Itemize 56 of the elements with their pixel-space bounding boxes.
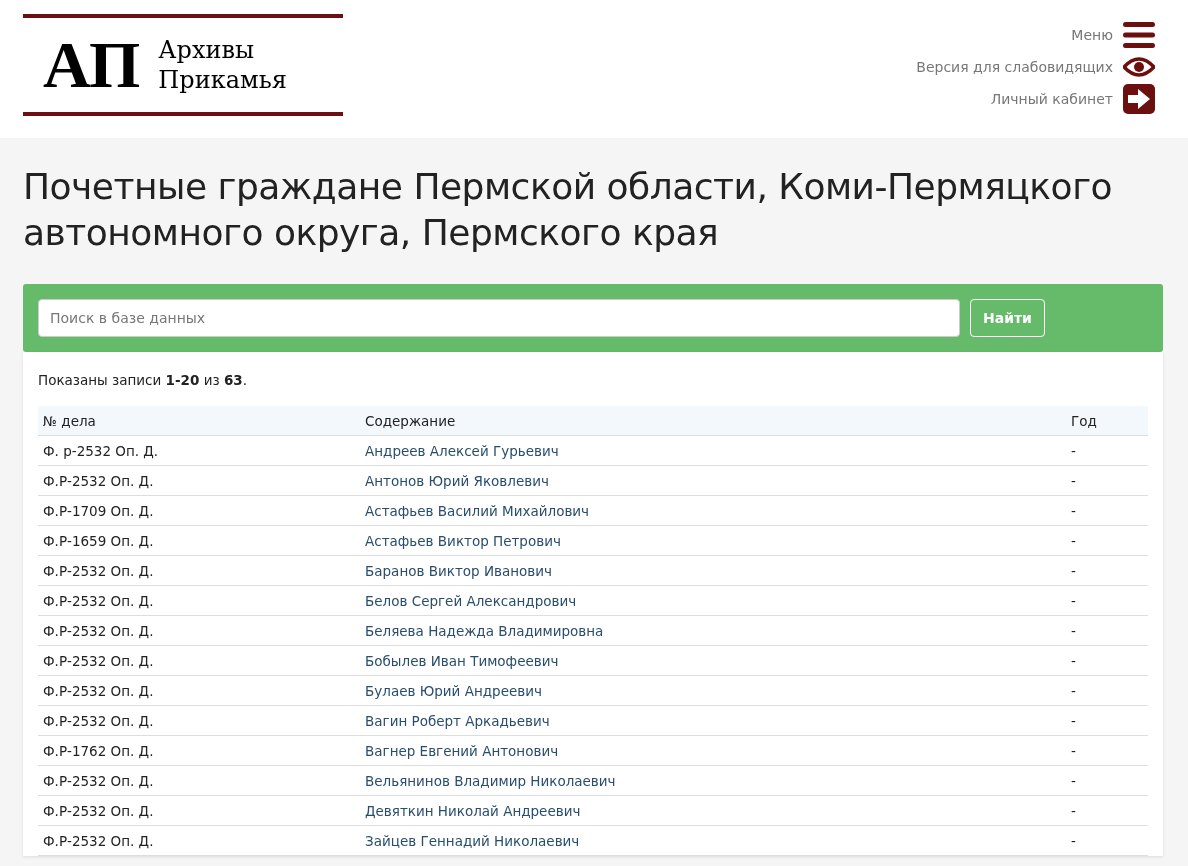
table-cell: Ф.Р-1659 Оп. Д. (38, 525, 360, 556)
table-cell: - (1066, 825, 1148, 856)
record-link[interactable]: Бобылев Иван Тимофеевич (365, 652, 559, 669)
table-cell: - (1066, 615, 1148, 646)
record-link[interactable]: Зайцев Геннадий Николаевич (365, 832, 580, 849)
column-header: Год (1066, 406, 1148, 436)
record-link[interactable]: Астафьев Виктор Петрович (365, 532, 561, 549)
nav-link[interactable]: Версия для слабовидящих (916, 59, 1113, 75)
results-summary: Показаны записи 1-20 из 63. (38, 372, 249, 388)
table-cell: Ф.Р-2532 Оп. Д. (38, 615, 360, 646)
record-link[interactable]: Вельянинов Владимир Николаевич (365, 772, 616, 789)
logo-text: Прикамья (158, 65, 287, 95)
record-link[interactable]: Белов Сергей Александрович (365, 592, 577, 609)
table-cell: Ф.Р-2532 Оп. Д. (38, 705, 360, 736)
table-cell: Ф.Р-2532 Оп. Д. (38, 795, 360, 826)
logo-text: Архивы (158, 35, 256, 65)
table-cell: - (1066, 645, 1148, 676)
nav-link[interactable]: Меню (1071, 27, 1113, 43)
record-link[interactable]: Антонов Юрий Яковлевич (365, 472, 549, 489)
table-cell: - (1066, 795, 1148, 826)
table-cell: Ф.Р-2532 Оп. Д. (38, 825, 360, 856)
table-cell: Ф.Р-2532 Оп. Д. (38, 555, 360, 586)
column-header: Содержание (360, 406, 1066, 436)
table-cell: Ф.Р-2532 Оп. Д. (38, 645, 360, 676)
record-link[interactable]: Астафьев Василий Михайлович (365, 502, 590, 519)
record-link[interactable]: Андреев Алексей Гурьевич (365, 442, 559, 459)
table-cell: Ф.Р-1762 Оп. Д. (38, 735, 360, 766)
record-link[interactable]: Беляева Надежда Владимировна (365, 622, 604, 639)
table-cell: - (1066, 765, 1148, 796)
eye-icon[interactable] (1123, 55, 1155, 79)
record-link[interactable]: Баранов Виктор Иванович (365, 562, 552, 579)
table-cell: - (1066, 705, 1148, 736)
record-link[interactable]: Девяткин Николай Андреевич (365, 802, 581, 819)
logo-mark: АП (42, 32, 142, 98)
search-field[interactable]: Поиск в базе данных (38, 299, 960, 337)
table-cell: Ф.Р-2532 Оп. Д. (38, 675, 360, 706)
table-cell: Ф.Р-2532 Оп. Д. (38, 585, 360, 616)
page-title: Почетные граждане Пермской области, Коми-Пермяцкого автономного округа, Пермского края (23, 165, 1114, 255)
record-link[interactable]: Вагнер Евгений Антонович (365, 742, 559, 759)
table-cell: - (1066, 465, 1148, 496)
table-cell: - (1066, 435, 1148, 466)
record-link[interactable]: Вагин Роберт Аркадьевич (365, 712, 550, 729)
table-cell: - (1066, 675, 1148, 706)
menu-icon[interactable] (1123, 21, 1155, 49)
table-cell: Ф.Р-2532 Оп. Д. (38, 765, 360, 796)
nav-link[interactable]: Личный кабинет (990, 91, 1113, 107)
table-cell: - (1066, 525, 1148, 556)
table-cell: - (1066, 585, 1148, 616)
table-cell: Ф.Р-1709 Оп. Д. (38, 495, 360, 526)
column-header: № дела (38, 406, 360, 436)
table-cell: - (1066, 735, 1148, 766)
record-link[interactable]: Булаев Юрий Андреевич (365, 682, 542, 699)
table-cell: - (1066, 495, 1148, 526)
table-cell: Ф.Р-2532 Оп. Д. (38, 465, 360, 496)
table-cell: Ф. р-2532 Оп. Д. (38, 435, 360, 466)
table-cell: - (1066, 555, 1148, 586)
